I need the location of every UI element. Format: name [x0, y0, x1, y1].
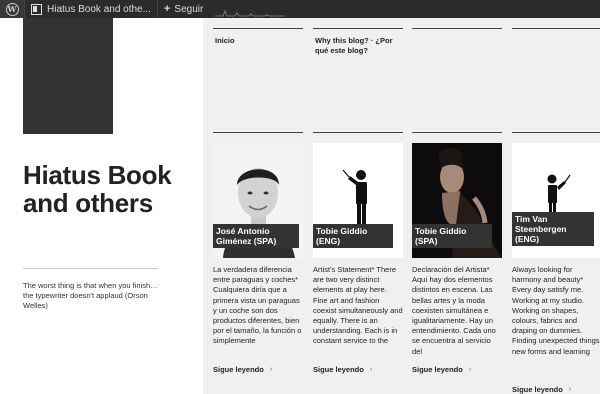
post-excerpt: La verdadera diferencia entre paraguas y… — [213, 265, 302, 346]
post-thumbnail-portrait[interactable]: José Antonio Giménez (SPA) — [213, 143, 303, 258]
arrow-right-icon: › — [269, 366, 273, 373]
post-excerpt: Artist's Statement* There are two very d… — [313, 265, 403, 346]
read-more-label: Sigue leyendo — [213, 365, 264, 374]
post-thumbnail-figure[interactable]: Tim Van Steenbergen (ENG) — [512, 143, 600, 258]
nav-rule — [313, 28, 403, 29]
nav-rule — [213, 28, 303, 29]
post-excerpt: Declaración del Artista* Aquí hay dos el… — [412, 265, 496, 356]
section-rule — [512, 132, 600, 133]
plus-icon: + — [163, 3, 171, 15]
stats-sparkline[interactable] — [215, 0, 286, 18]
post-title[interactable]: Tobie Giddio (SPA) — [412, 224, 492, 248]
section-rule — [213, 132, 303, 133]
post-card: Tobie Giddio (ENG) Artist's Statement* T… — [313, 143, 403, 374]
site-description: The worst thing is that when you finish…… — [23, 281, 158, 310]
site-name-menu[interactable]: Hiatus Book and othe... — [25, 0, 157, 18]
read-more-link[interactable]: Sigue leyendo › — [512, 385, 600, 394]
nav-item-why-this-blog[interactable]: Why this blog? · ¿Por qué este blog? — [315, 36, 403, 56]
content-area: Inicio Why this blog? · ¿Por qué este bl… — [203, 18, 600, 394]
read-more-link[interactable]: Sigue leyendo › — [313, 365, 403, 374]
post-title[interactable]: Tobie Giddio (ENG) — [313, 224, 393, 248]
section-rule — [412, 132, 502, 133]
arrow-right-icon: › — [568, 386, 572, 393]
divider — [23, 268, 158, 269]
nav-item-inicio[interactable]: Inicio — [215, 36, 300, 46]
post-card: José Antonio Giménez (SPA) La verdadera … — [213, 143, 303, 374]
section-rule — [313, 132, 403, 133]
post-excerpt: Always looking for harmony and beauty* E… — [512, 265, 600, 356]
wordpress-logo-icon: W — [5, 2, 19, 16]
post-title[interactable]: Tim Van Steenbergen (ENG) — [512, 212, 594, 246]
read-more-label: Sigue leyendo — [313, 365, 364, 374]
post-title[interactable]: José Antonio Giménez (SPA) — [213, 224, 299, 248]
read-more-link[interactable]: Sigue leyendo › — [412, 365, 502, 374]
post-thumbnail-portrait[interactable]: Tobie Giddio (SPA) — [412, 143, 502, 258]
post-card: Tobie Giddio (SPA) Declaración del Artis… — [412, 143, 502, 374]
read-more-link[interactable]: Sigue leyendo › — [213, 365, 303, 374]
read-more-label: Sigue leyendo — [512, 385, 563, 394]
dashboard-icon — [31, 3, 42, 15]
site-name-label: Hiatus Book and othe... — [47, 3, 151, 15]
arrow-right-icon: › — [468, 366, 472, 373]
follow-button[interactable]: + Seguir — [158, 0, 209, 18]
nav-rule — [412, 28, 502, 29]
read-more-label: Sigue leyendo — [412, 365, 463, 374]
post-thumbnail-figure[interactable]: Tobie Giddio (ENG) — [313, 143, 403, 258]
admin-bar: W Hiatus Book and othe... + Seguir — [0, 0, 600, 18]
wordpress-logo-button[interactable]: W — [0, 0, 24, 18]
post-card: Tim Van Steenbergen (ENG) Always looking… — [512, 143, 600, 394]
header-image[interactable] — [23, 18, 113, 134]
follow-label: Seguir — [174, 3, 204, 15]
arrow-right-icon: › — [369, 366, 373, 373]
site-title[interactable]: Hiatus Book and others — [23, 161, 183, 217]
nav-rule — [512, 28, 600, 29]
